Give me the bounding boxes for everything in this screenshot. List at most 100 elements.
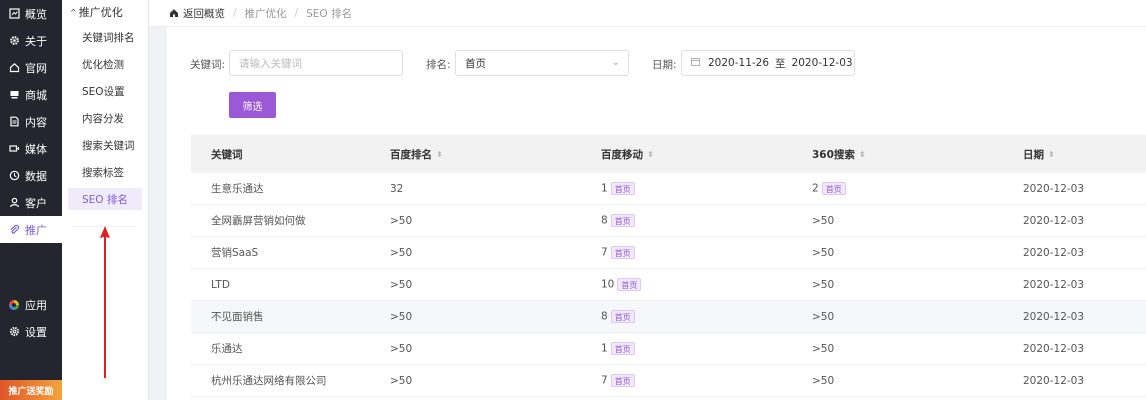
cell-mobile: 7 首页 — [601, 374, 812, 387]
filter-row: 关键词: 请输入关键词 排名: 首页 ⌄ 日期: 2020-11-26 至 20… — [166, 50, 1146, 78]
nav-item-media[interactable]: 媒体 — [0, 135, 62, 162]
table-row: 杭州乐通达网络有限公司 >50 7 首页 >50 2020-12-03 — [191, 365, 1146, 397]
table-row: 营销SaaS >50 7 首页 >50 2020-12-03 — [191, 237, 1146, 269]
cell-mobile: 1 首页 — [601, 182, 812, 195]
breadcrumb: 返回概览 / 推广优化 / SEO 排名 — [149, 0, 1146, 27]
breadcrumb-level1[interactable]: 推广优化 — [245, 6, 287, 21]
breadcrumb-current: SEO 排名 — [306, 7, 352, 20]
shop-icon — [8, 89, 20, 101]
cell-keyword: LTD — [211, 278, 230, 291]
date-range-picker[interactable]: 2020-11-26 至 2020-12-03 — [681, 50, 855, 76]
cell-keyword: 生意乐通达 — [211, 183, 264, 195]
cell-mobile: 8 首页 — [601, 214, 812, 227]
nav-item-shop[interactable]: 商城 — [0, 81, 62, 108]
date-label: 日期: — [652, 59, 677, 71]
breadcrumb-home[interactable]: 返回概览 — [169, 6, 225, 21]
cell-date: 2020-12-03 — [1023, 214, 1085, 227]
nav-label: 官网 — [25, 61, 47, 75]
cell-360: >50 — [812, 374, 835, 387]
nav-label: 内容 — [25, 115, 47, 129]
dashboard-icon — [8, 8, 20, 20]
filter-button[interactable]: 筛选 — [229, 92, 276, 118]
homepage-tag: 首页 — [610, 310, 635, 323]
submenu-item-content-distribution[interactable]: 内容分发 — [62, 105, 148, 132]
keyword-label: 关键词: — [190, 59, 226, 71]
settings-icon — [8, 326, 20, 338]
nav-label: 媒体 — [25, 142, 47, 156]
cell-mobile: 7 首页 — [601, 246, 812, 259]
col-header-baidu-rank[interactable]: 百度排名 ⬍ — [390, 147, 601, 162]
cell-keyword: 乐通达 — [211, 343, 243, 355]
keyword-input[interactable]: 请输入关键词 — [229, 50, 403, 76]
nav-item-about[interactable]: 关于 — [0, 27, 62, 54]
nav-item-data[interactable]: 数据 — [0, 162, 62, 189]
submenu-group-title[interactable]: ^ 推广优化 — [62, 0, 148, 24]
gear-icon — [8, 35, 20, 47]
cell-baidu: >50 — [390, 278, 413, 291]
cell-360: >50 — [812, 310, 835, 323]
cell-baidu: 32 — [390, 182, 404, 195]
table-row: 全网霸屏营销如何做 >50 8 首页 >50 2020-12-03 — [191, 205, 1146, 237]
cell-mobile: 8 首页 — [601, 310, 812, 323]
main-nav: 概览 关于 官网 商城 内容 媒体 数据 客户 推广 应用 设置 推广送奖励 — [0, 0, 62, 400]
sort-icon[interactable]: ⬍ — [1048, 150, 1055, 159]
cell-baidu: >50 — [390, 374, 413, 387]
col-header-date[interactable]: 日期 ⬍ — [1023, 147, 1146, 162]
sort-icon[interactable]: ⬍ — [647, 150, 654, 159]
home-icon — [8, 62, 20, 74]
nav-item-website[interactable]: 官网 — [0, 54, 62, 81]
cell-date: 2020-12-03 — [1023, 246, 1085, 259]
cell-360: >50 — [812, 214, 835, 227]
date-to[interactable]: 2020-12-03 — [792, 57, 853, 69]
nav-label: 商城 — [25, 88, 47, 102]
cell-mobile: 1 首页 — [601, 342, 812, 355]
cell-baidu: >50 — [390, 342, 413, 355]
submenu-item-seo-rank[interactable]: SEO 排名 — [68, 188, 142, 210]
submenu-item-optimize-check[interactable]: 优化检测 — [62, 51, 148, 78]
nav-item-customer[interactable]: 客户 — [0, 189, 62, 216]
cell-360: >50 — [812, 246, 835, 259]
submenu-item-search-keywords[interactable]: 搜索关键词 — [62, 132, 148, 159]
cell-360: >50 — [812, 278, 835, 291]
col-header-360-search[interactable]: 360搜索 ⬍ — [812, 147, 1023, 162]
rank-select-value: 首页 — [465, 57, 486, 70]
calendar-icon — [691, 57, 700, 69]
promo-banner[interactable]: 推广送奖励 — [0, 380, 62, 400]
cell-mobile: 10 首页 — [601, 278, 812, 291]
home-icon — [170, 9, 178, 17]
homepage-tag: 首页 — [610, 374, 635, 387]
col-header-baidu-mobile[interactable]: 百度移动 ⬍ — [601, 147, 812, 162]
main-panel: 关键词: 请输入关键词 排名: 首页 ⌄ 日期: 2020-11-26 至 20… — [165, 27, 1146, 400]
cell-baidu: >50 — [390, 214, 413, 227]
sort-icon[interactable]: ⬍ — [436, 150, 443, 159]
annotation-arrow — [100, 226, 110, 378]
date-from[interactable]: 2020-11-26 — [708, 57, 769, 69]
homepage-tag: 首页 — [821, 182, 846, 195]
nav-label: 客户 — [25, 196, 47, 210]
breadcrumb-separator: / — [233, 7, 237, 19]
cell-360: 2 首页 — [812, 182, 1023, 195]
homepage-tag: 首页 — [610, 214, 635, 227]
submenu-item-search-tags[interactable]: 搜索标签 — [62, 159, 148, 186]
cell-date: 2020-12-03 — [1023, 310, 1085, 323]
rank-label: 排名: — [426, 59, 451, 71]
cell-baidu: >50 — [390, 310, 413, 323]
date-range-separator: 至 — [775, 57, 786, 70]
table-row: LTD >50 10 首页 >50 2020-12-03 — [191, 269, 1146, 301]
rank-select[interactable]: 首页 ⌄ — [455, 50, 629, 76]
homepage-tag: 首页 — [610, 342, 635, 355]
nav-item-content[interactable]: 内容 — [0, 108, 62, 135]
nav-item-settings[interactable]: 设置 — [0, 318, 62, 345]
clock-icon — [8, 170, 20, 182]
seo-rank-table: 关键词 百度排名 ⬍ 百度移动 ⬍ 360搜索 ⬍ 日期 ⬍ 生意乐通达 32 1 首页 … — [191, 135, 1146, 397]
nav-item-overview[interactable]: 概览 — [0, 0, 62, 27]
submenu-item-keyword-rank[interactable]: 关键词排名 — [62, 24, 148, 51]
submenu-item-seo-settings[interactable]: SEO设置 — [62, 78, 148, 105]
chevron-down-icon: ⌄ — [611, 57, 620, 68]
cell-keyword: 不见面销售 — [211, 311, 264, 323]
nav-item-promotion[interactable]: 推广 — [0, 216, 62, 243]
cell-date: 2020-12-03 — [1023, 342, 1085, 355]
paperclip-icon — [8, 224, 20, 236]
sort-icon[interactable]: ⬍ — [859, 150, 866, 159]
nav-item-apps[interactable]: 应用 — [0, 291, 62, 318]
